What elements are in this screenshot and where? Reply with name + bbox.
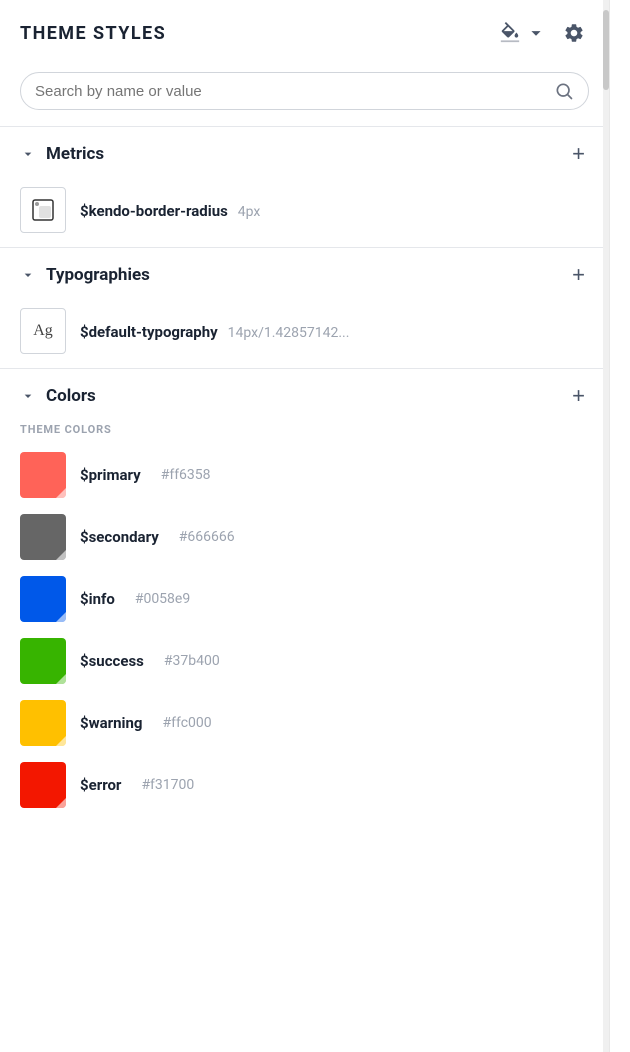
typographies-section-title: Typographies — [46, 265, 150, 285]
color-hex: #ffc000 — [163, 715, 212, 731]
scrollbar[interactable] — [603, 0, 609, 1052]
color-name: $primary — [80, 466, 141, 484]
header-actions — [495, 18, 589, 48]
typography-value: 14px/1.42857142... — [228, 325, 350, 341]
color-swatch — [20, 700, 66, 746]
typographies-section-header-left: Typographies — [20, 265, 150, 285]
theme-colors-label: THEME COLORS — [0, 419, 609, 444]
theme-styles-panel: THEME STYLES — [0, 0, 610, 1052]
typography-name: $default-typography — [80, 323, 218, 341]
color-row[interactable]: $primary #ff6358 — [0, 444, 609, 506]
color-name: $success — [80, 652, 144, 670]
colors-list: $primary #ff6358 $secondary #666666 $info #00… — [0, 444, 609, 816]
typographies-section-header[interactable]: Typographies + — [0, 248, 609, 298]
color-name: $warning — [80, 714, 143, 732]
gear-icon — [563, 22, 585, 44]
border-radius-item[interactable]: $kendo-border-radius 4px — [0, 177, 609, 247]
color-row[interactable]: $error #f31700 — [0, 754, 609, 816]
typographies-add-button[interactable]: + — [568, 264, 589, 286]
color-hex: #0058e9 — [135, 591, 190, 607]
colors-add-button[interactable]: + — [568, 385, 589, 407]
colors-section-header-left: Colors — [20, 386, 96, 406]
border-radius-value: 4px — [238, 204, 261, 220]
chevron-down-icon — [525, 22, 547, 44]
color-row[interactable]: $info #0058e9 — [0, 568, 609, 630]
color-hex: #f31700 — [141, 777, 194, 793]
typographies-chevron-icon — [20, 267, 36, 283]
metrics-section-header-left: Metrics — [20, 144, 104, 164]
typographies-section: Typographies + Ag $default-typography 14… — [0, 247, 609, 368]
color-row[interactable]: $success #37b400 — [0, 630, 609, 692]
search-icon — [554, 81, 574, 101]
metrics-section: Metrics + $kendo-border-radius 4px — [0, 126, 609, 247]
color-hex: #666666 — [179, 529, 235, 545]
scrollbar-thumb — [603, 10, 609, 90]
color-name: $info — [80, 590, 115, 608]
default-typography-item[interactable]: Ag $default-typography 14px/1.42857142..… — [0, 298, 609, 368]
color-name: $error — [80, 776, 121, 794]
border-radius-name: $kendo-border-radius — [80, 202, 228, 220]
panel-title: THEME STYLES — [20, 23, 166, 44]
color-row[interactable]: $secondary #666666 — [0, 506, 609, 568]
search-container — [0, 62, 609, 126]
search-box[interactable] — [20, 72, 589, 110]
metrics-section-header[interactable]: Metrics + — [0, 127, 609, 177]
colors-section-title: Colors — [46, 386, 96, 406]
color-swatch — [20, 514, 66, 560]
panel-header: THEME STYLES — [0, 0, 609, 62]
color-hex: #ff6358 — [161, 467, 211, 483]
paint-bucket-button[interactable] — [495, 18, 551, 48]
paint-bucket-icon — [499, 22, 521, 44]
color-name: $secondary — [80, 528, 159, 546]
metrics-chevron-icon — [20, 146, 36, 162]
color-swatch — [20, 576, 66, 622]
colors-section-header[interactable]: Colors + — [0, 369, 609, 419]
border-radius-item-info: $kendo-border-radius 4px — [80, 201, 260, 220]
color-swatch — [20, 638, 66, 684]
typography-preview: Ag — [20, 308, 66, 354]
metrics-add-button[interactable]: + — [568, 143, 589, 165]
typography-item-info: $default-typography 14px/1.42857142... — [80, 322, 349, 341]
gear-button[interactable] — [559, 18, 589, 48]
metrics-section-title: Metrics — [46, 144, 104, 164]
colors-chevron-icon — [20, 388, 36, 404]
color-swatch — [20, 452, 66, 498]
color-row[interactable]: $warning #ffc000 — [0, 692, 609, 754]
typography-preview-text: Ag — [33, 322, 53, 340]
search-input[interactable] — [35, 83, 546, 100]
colors-section: Colors + THEME COLORS $primary #ff6358 $se… — [0, 368, 609, 816]
color-swatch — [20, 762, 66, 808]
color-hex: #37b400 — [164, 653, 220, 669]
border-radius-preview — [20, 187, 66, 233]
